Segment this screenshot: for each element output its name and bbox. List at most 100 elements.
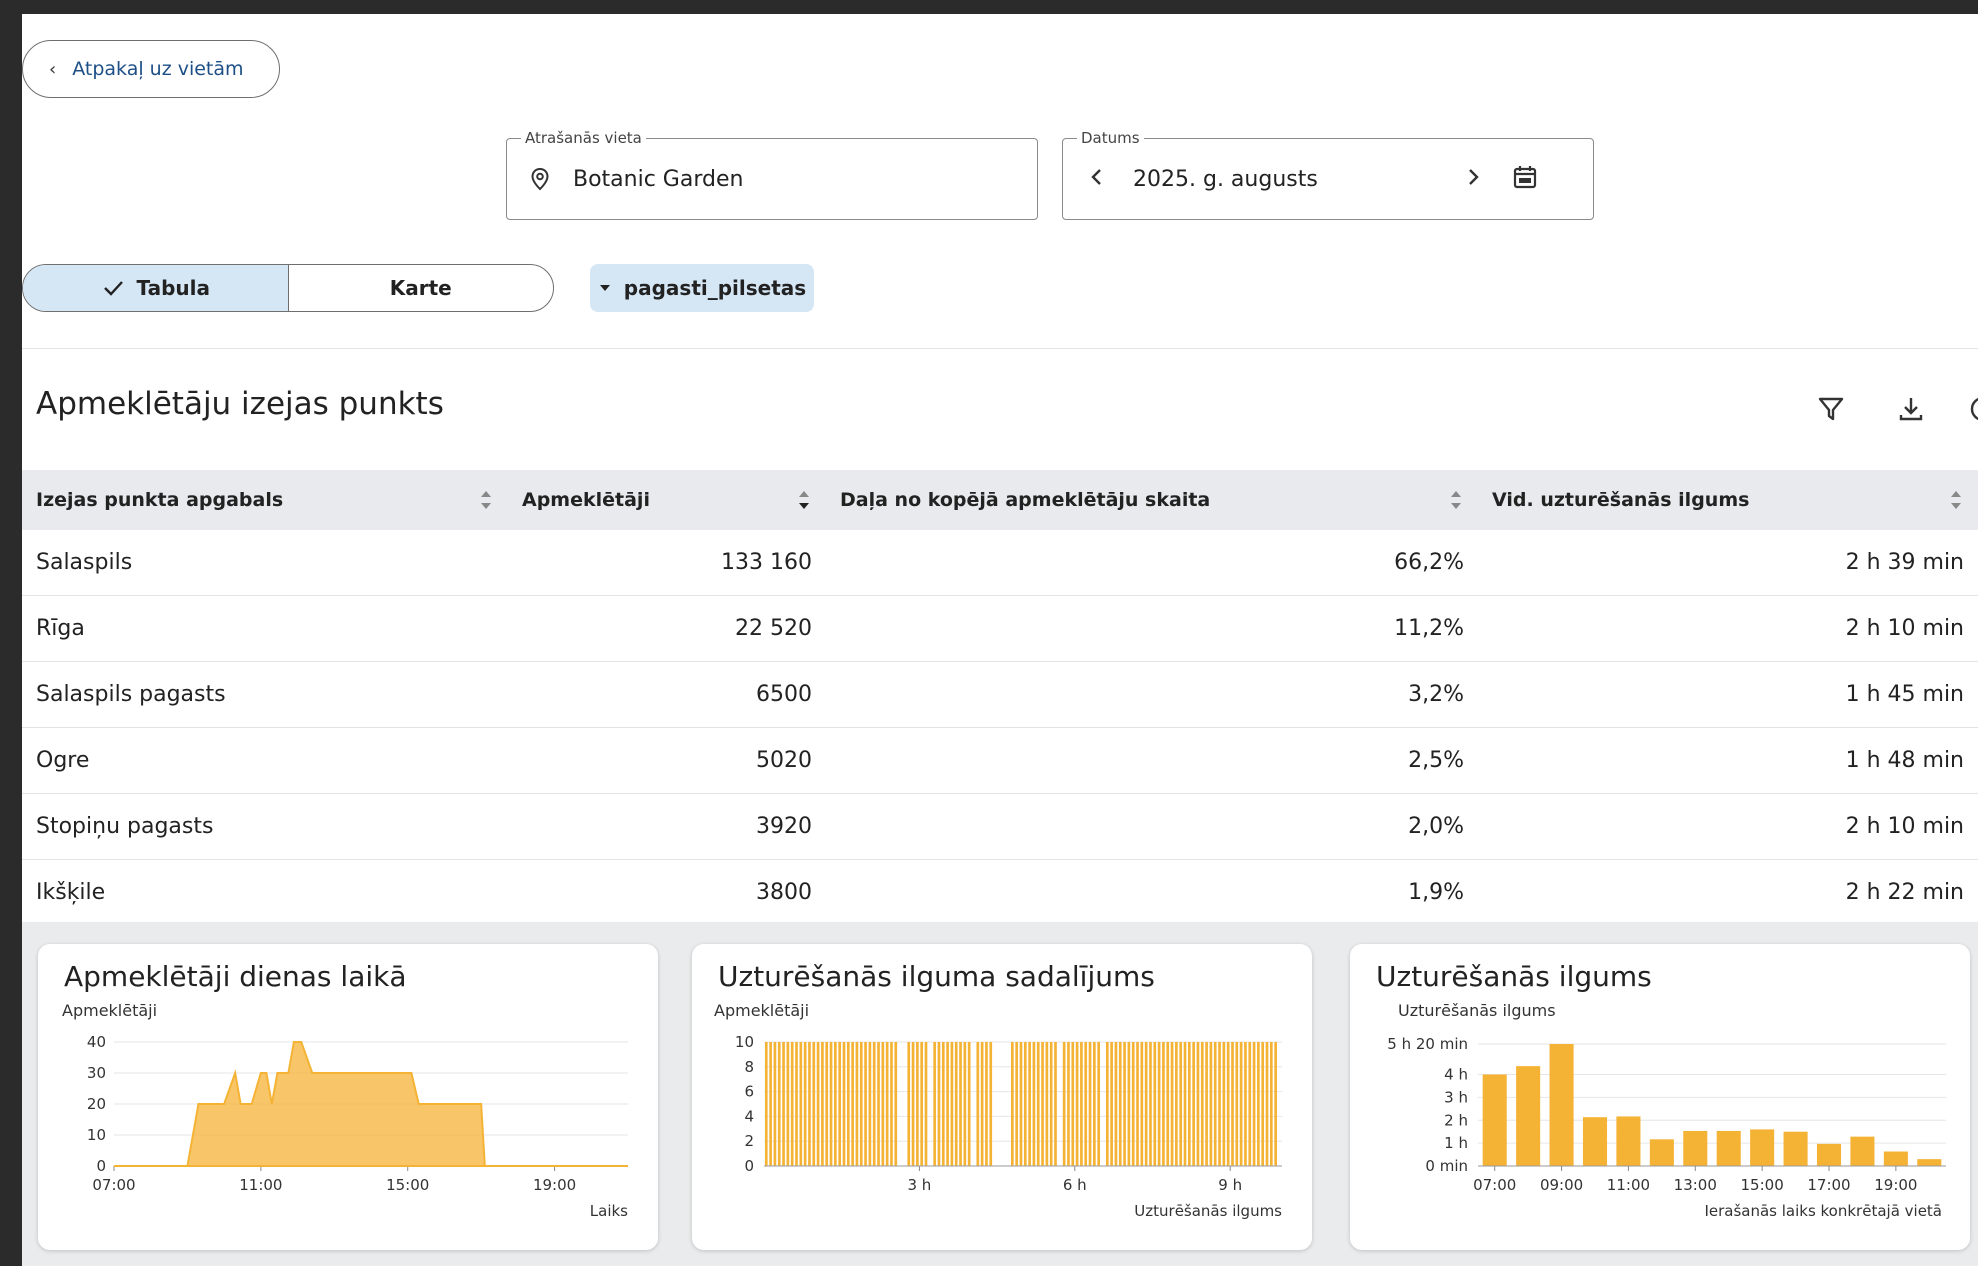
- duration-bar: [946, 1042, 949, 1166]
- cell-duration: 2 h 39 min: [1478, 530, 1978, 596]
- duration-bar: [1166, 1042, 1170, 1166]
- duration-bar: [1010, 1042, 1014, 1166]
- duration-bar: [1019, 1042, 1023, 1166]
- x-tick-label: 9 h: [1218, 1176, 1242, 1194]
- cell-visitors: 5020: [508, 727, 826, 794]
- duration-bar: [1226, 1042, 1230, 1166]
- x-tick-label: 6 h: [1063, 1176, 1087, 1194]
- x-tick-label: 19:00: [1874, 1176, 1917, 1194]
- cell-duration: 1 h 45 min: [1478, 661, 1978, 728]
- duration-bar: [782, 1042, 785, 1166]
- cell-visitors: 3800: [508, 859, 826, 926]
- duration-bar: [1162, 1042, 1165, 1166]
- filter-chip-label: pagasti_pilsetas: [623, 276, 807, 300]
- duration-bar: [1023, 1042, 1027, 1166]
- y-tick-label: 2: [744, 1132, 754, 1150]
- table-row: Ogre 5020 2,5% 1 h 48 min: [22, 727, 1978, 794]
- x-tick-label: 15:00: [1741, 1176, 1784, 1194]
- x-tick-label: 3 h: [907, 1176, 931, 1194]
- y-axis-label: Apmeklētāji: [714, 1001, 809, 1020]
- y-axis-label: Apmeklētāji: [62, 1001, 157, 1020]
- table-header-row: Izejas punkta apgabals Apmeklētāji Daļa …: [22, 470, 1978, 530]
- back-button[interactable]: ‹ Atpakaļ uz vietām: [22, 40, 280, 98]
- prev-month-button[interactable]: [1087, 165, 1107, 193]
- duration-bar: [1649, 1139, 1674, 1166]
- x-axis-label: Uzturēšanās ilgums: [1134, 1202, 1282, 1220]
- table-row: Salaspils 133 160 66,2% 2 h 39 min: [22, 530, 1978, 596]
- cell-share: 2,0%: [826, 793, 1478, 860]
- chart-card-visitors-by-time: Apmeklētāji dienas laikā Apmeklētāji 0 10 2…: [38, 944, 658, 1250]
- download-button[interactable]: [1896, 394, 1926, 424]
- duration-bar: [976, 1042, 980, 1166]
- duration-bar: [1075, 1042, 1079, 1166]
- column-header[interactable]: Daļa no kopējā apmeklētāju skaita: [826, 470, 1478, 530]
- sort-icon: [481, 491, 491, 509]
- duration-bar: [764, 1042, 768, 1166]
- duration-bar: [1084, 1042, 1088, 1166]
- section-title: Apmeklētāju izejas punkts: [36, 386, 444, 422]
- y-tick-label: 20: [87, 1095, 106, 1113]
- calendar-button[interactable]: [1511, 163, 1539, 195]
- duration-bar: [1883, 1151, 1908, 1166]
- duration-bar: [808, 1042, 811, 1166]
- sort-icon: [1951, 491, 1961, 509]
- duration-bar: [885, 1042, 889, 1166]
- duration-bar: [1192, 1042, 1195, 1166]
- duration-bar: [1231, 1042, 1234, 1166]
- cell-area: Salaspils pagasts: [22, 661, 508, 728]
- duration-bar: [1218, 1042, 1221, 1166]
- duration-bar: [894, 1042, 898, 1166]
- duration-bar: [1252, 1042, 1256, 1166]
- next-month-button[interactable]: [1463, 165, 1483, 193]
- tab-table[interactable]: Tabula: [23, 265, 289, 311]
- location-field-legend: Atrašanās vieta: [521, 129, 646, 147]
- duration-bar: [1716, 1130, 1741, 1166]
- tab-map[interactable]: Karte: [289, 265, 554, 311]
- chart-card-duration-distribution: Uzturēšanās ilguma sadalījums Apmeklētāj…: [692, 944, 1312, 1250]
- y-tick-label: 2 h: [1444, 1111, 1468, 1129]
- duration-bar: [1080, 1042, 1083, 1166]
- duration-bar: [846, 1042, 850, 1166]
- table-row: Rīga 22 520 11,2% 2 h 10 min: [22, 595, 1978, 662]
- date-field[interactable]: Datums 2025. g. augusts: [1062, 129, 1594, 220]
- duration-bar: [1261, 1042, 1265, 1166]
- duration-bar: [1036, 1042, 1040, 1166]
- x-tick-label: 15:00: [386, 1176, 429, 1194]
- location-field[interactable]: Atrašanās vieta Botanic Garden: [506, 129, 1038, 220]
- main-panel: ‹ Atpakaļ uz vietām Atrašanās vieta Bota…: [22, 14, 1978, 1266]
- duration-bar: [821, 1042, 824, 1166]
- column-header[interactable]: Apmeklētāji: [508, 470, 826, 530]
- column-header-label: Daļa no kopējā apmeklētāju skaita: [840, 489, 1211, 511]
- sort-icon: [1451, 491, 1461, 509]
- duration-bar: [864, 1042, 867, 1166]
- download-icon: [1899, 398, 1923, 421]
- more-icon: [1970, 397, 1978, 421]
- column-header[interactable]: Vid. uzturēšanās ilgums: [1478, 470, 1978, 530]
- cell-area: Salaspils: [22, 530, 508, 596]
- duration-bar: [1105, 1042, 1109, 1166]
- duration-bar: [1248, 1042, 1252, 1166]
- chevron-left-icon: ‹: [49, 58, 57, 80]
- duration-bar: [1062, 1042, 1066, 1166]
- duration-bar: [786, 1042, 790, 1166]
- duration-bar: [1205, 1042, 1208, 1166]
- duration-bar: [1213, 1042, 1217, 1166]
- column-header[interactable]: Izejas punkta apgabals: [22, 470, 508, 530]
- chart-card-duration-by-arrival: Uzturēšanās ilgums Uzturēšanās ilgums 0 m…: [1350, 944, 1970, 1250]
- tab-table-label: Tabula: [136, 276, 210, 300]
- y-tick-label: 0: [96, 1157, 106, 1175]
- cell-visitors: 3920: [508, 793, 826, 860]
- duration-bar: [1054, 1042, 1057, 1166]
- duration-bar: [920, 1042, 924, 1166]
- more-button[interactable]: [1968, 394, 1978, 424]
- duration-bar: [1067, 1042, 1070, 1166]
- duration-bar: [777, 1042, 781, 1166]
- filter-button[interactable]: [1816, 394, 1846, 424]
- duration-bar: [790, 1042, 794, 1166]
- duration-bar: [855, 1042, 859, 1166]
- duration-bar: [1127, 1042, 1131, 1166]
- filter-chip[interactable]: pagasti_pilsetas: [590, 264, 814, 312]
- cell-share: 2,5%: [826, 727, 1478, 794]
- duration-bar: [911, 1042, 915, 1166]
- check-icon: [103, 281, 123, 296]
